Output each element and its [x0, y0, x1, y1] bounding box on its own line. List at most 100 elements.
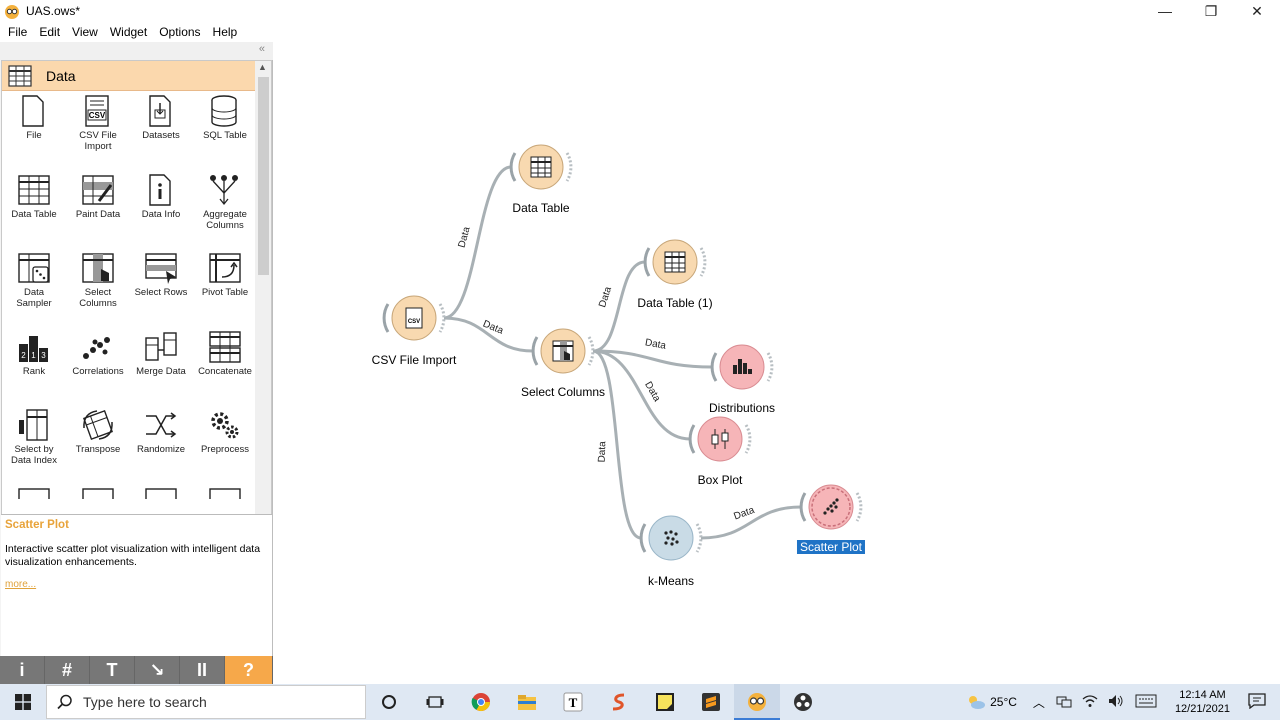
node-box[interactable]	[688, 416, 752, 462]
network-icon[interactable]	[1056, 694, 1072, 711]
toolbox-scrollbar[interactable]: ▲ ▼	[255, 61, 271, 549]
widget-tile-merge-data[interactable]: Merge Data	[129, 330, 193, 377]
widget-tile-partial[interactable]	[66, 487, 130, 499]
widget-tile-select-rows[interactable]: Select Rows	[129, 251, 193, 298]
info-button[interactable]: i	[0, 656, 45, 684]
menu-options[interactable]: Options	[153, 22, 206, 42]
node-input-anchor[interactable]	[639, 523, 647, 553]
node-label-dist[interactable]: Distributions	[709, 401, 775, 415]
node-input-anchor[interactable]	[643, 247, 651, 277]
link-csv-dt[interactable]	[443, 165, 512, 320]
node-sp[interactable]	[799, 484, 863, 530]
wifi-icon[interactable]	[1082, 694, 1098, 711]
widget-tile-partial[interactable]	[129, 487, 193, 499]
volume-icon[interactable]	[1108, 694, 1124, 711]
node-label-dt1[interactable]: Data Table (1)	[637, 296, 712, 310]
menu-help[interactable]: Help	[207, 22, 244, 42]
taskbar-clock[interactable]: 12:14 AM 12/21/2021	[1175, 688, 1230, 716]
widget-tile-datasets[interactable]: Datasets	[129, 94, 193, 141]
file-explorer-icon[interactable]	[504, 684, 550, 720]
menu-edit[interactable]: Edit	[33, 22, 66, 42]
node-output-anchor[interactable]	[695, 523, 703, 553]
node-output-anchor[interactable]	[565, 152, 573, 182]
arrow-annotation-button[interactable]: ↘	[135, 656, 180, 684]
widget-tile-select-by-data-index[interactable]: Select by Data Index	[2, 408, 66, 466]
node-dt1[interactable]	[643, 239, 707, 285]
widget-tile-paint-data[interactable]: Paint Data	[66, 173, 130, 220]
node-input-anchor[interactable]	[531, 336, 539, 366]
sublime-text-icon[interactable]	[688, 684, 734, 720]
node-output-anchor[interactable]	[855, 492, 863, 522]
node-output-anchor[interactable]	[438, 303, 446, 333]
restore-button[interactable]: ❐	[1188, 0, 1234, 22]
widget-tile-data-sampler[interactable]: Data Sampler	[2, 251, 66, 309]
node-label-sp[interactable]: Scatter Plot	[796, 540, 866, 554]
widget-tile-file[interactable]: File	[2, 94, 66, 141]
node-input-anchor[interactable]	[799, 492, 807, 522]
task-view-icon[interactable]	[412, 684, 458, 720]
node-input-anchor[interactable]	[382, 303, 390, 333]
taskbar-search[interactable]: Type here to search	[46, 685, 366, 719]
widget-tile-concatenate[interactable]: Concatenate	[193, 330, 257, 377]
node-csv[interactable]: CSV	[382, 295, 446, 341]
node-output-anchor[interactable]	[766, 352, 774, 382]
link-sc-dist[interactable]	[592, 349, 713, 369]
orange-taskbar-icon[interactable]	[734, 684, 780, 720]
widget-tile-correlations[interactable]: Correlations	[66, 330, 130, 377]
collapse-toolbox-button[interactable]: «	[259, 43, 265, 55]
workflow-canvas[interactable]: Data Data Data Data Data Data Data CSV CSV File…	[274, 42, 1280, 684]
close-button[interactable]: ✕	[1234, 0, 1280, 22]
node-label-sc[interactable]: Select Columns	[521, 385, 605, 399]
menu-file[interactable]: File	[2, 22, 33, 42]
node-km[interactable]	[639, 515, 703, 561]
widget-tile-partial[interactable]	[193, 487, 257, 499]
node-output-anchor[interactable]	[744, 424, 752, 454]
menu-view[interactable]: View	[66, 22, 104, 42]
widget-tile-rank[interactable]: 2 1 3 Rank	[2, 330, 66, 377]
node-label-km[interactable]: k-Means	[648, 574, 694, 588]
node-input-anchor[interactable]	[688, 424, 696, 454]
widget-tile-transpose[interactable]: Transpose	[66, 408, 130, 455]
node-input-anchor[interactable]	[710, 352, 718, 382]
menu-widget[interactable]: Widget	[104, 22, 153, 42]
scroll-up-icon[interactable]: ▲	[258, 62, 267, 72]
grid-button[interactable]: #	[45, 656, 90, 684]
category-header-data[interactable]: Data	[2, 61, 257, 91]
widget-tile-preprocess[interactable]: Preprocess	[193, 408, 257, 455]
app-s-icon[interactable]	[596, 684, 642, 720]
chevron-up-icon[interactable]: ︿	[1033, 694, 1045, 711]
widget-tile-select-columns[interactable]: Select Columns	[66, 251, 130, 309]
keyboard-icon[interactable]	[1135, 694, 1157, 711]
node-dt[interactable]	[509, 144, 573, 190]
widget-tile-data-info[interactable]: Data Info	[129, 173, 193, 220]
help-button[interactable]: ?	[225, 656, 273, 684]
node-output-anchor[interactable]	[699, 247, 707, 277]
scroll-thumb[interactable]	[258, 77, 269, 275]
node-body[interactable]	[648, 515, 694, 561]
chrome-icon[interactable]	[458, 684, 504, 720]
widget-tile-aggregate-columns[interactable]: Aggregate Columns	[193, 173, 257, 231]
text-annotation-button[interactable]: T	[90, 656, 135, 684]
node-label-csv[interactable]: CSV File Import	[372, 353, 457, 367]
node-label-box[interactable]: Box Plot	[698, 473, 743, 487]
widget-tile-randomize[interactable]: Randomize	[129, 408, 193, 455]
node-sc[interactable]	[531, 328, 595, 374]
cortana-icon[interactable]	[366, 684, 412, 720]
node-input-anchor[interactable]	[509, 152, 517, 182]
obs-icon[interactable]	[780, 684, 826, 720]
description-more-link[interactable]: more...	[5, 579, 268, 590]
node-dist[interactable]	[710, 344, 774, 390]
widget-tile-sql-table[interactable]: SQL Table	[193, 94, 257, 141]
node-label-dt[interactable]: Data Table	[512, 201, 569, 215]
start-button[interactable]	[0, 684, 46, 720]
node-body[interactable]	[697, 416, 743, 462]
notifications-icon[interactable]	[1248, 692, 1266, 712]
minimize-button[interactable]: —	[1142, 0, 1188, 22]
widget-tile-pivot-table[interactable]: Pivot Table	[193, 251, 257, 298]
sticky-notes-icon[interactable]	[642, 684, 688, 720]
widget-tile-partial[interactable]	[2, 487, 66, 499]
typora-icon[interactable]: T	[550, 684, 596, 720]
pause-button[interactable]: II	[180, 656, 225, 684]
node-output-anchor[interactable]	[587, 336, 595, 366]
widget-tile-csv-file-import[interactable]: CSV CSV File Import	[66, 94, 130, 152]
